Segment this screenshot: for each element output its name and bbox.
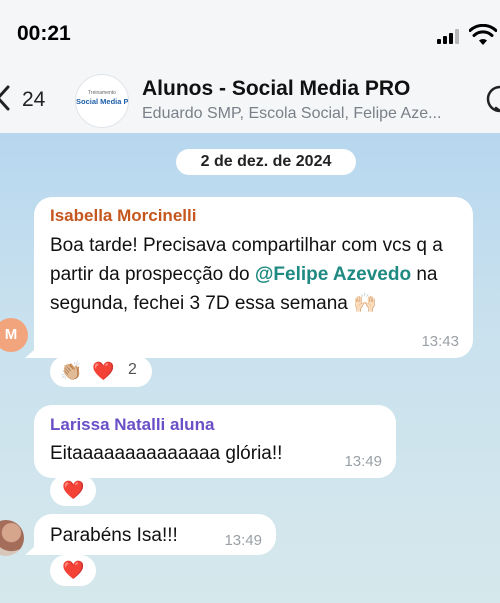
avatar-brand-text: Social Media PRO [76, 97, 129, 106]
message-time: 13:43 [421, 333, 459, 350]
message-text: Eitaaaaaaaaaaaaaa glória!! [50, 443, 283, 464]
message-time: 13:49 [224, 532, 262, 549]
back-chevron-icon[interactable] [0, 84, 14, 112]
group-avatar[interactable]: Treinamento Social Media PRO [75, 74, 129, 128]
reactions-bar[interactable]: 👏🏼 ❤️ 2 [50, 356, 152, 387]
reactions-bar[interactable]: ❤️ [50, 555, 96, 586]
chat-bubble-icon[interactable] [484, 84, 500, 114]
group-members[interactable]: Eduardo SMP, Escola Social, Felipe Aze..… [142, 105, 472, 123]
clapping-hands-reaction[interactable]: 👏🏼 [60, 360, 82, 382]
avatar-small-text: Treinamento [88, 90, 116, 96]
heart-reaction[interactable]: ❤️ [62, 559, 84, 581]
reaction-count: 2 [128, 361, 137, 378]
signal-icon [437, 29, 467, 44]
heart-reaction[interactable]: ❤️ [92, 360, 114, 382]
message-bubble[interactable]: Parabéns Isa!!! 13:49 [25, 514, 276, 555]
wifi-icon [469, 24, 497, 46]
message-time: 13:49 [344, 453, 382, 470]
message-bubble[interactable]: Larissa Natalli aluna Eitaaaaaaaaaaaaaa … [34, 405, 396, 478]
status-time: 00:21 [17, 22, 71, 45]
group-title[interactable]: Alunos - Social Media PRO [142, 77, 410, 101]
back-unread-count[interactable]: 24 [22, 88, 45, 112]
message-text: Boa tarde! Precisava compartilhar com vc… [50, 231, 470, 318]
mention-link[interactable]: @Felipe Azevedo [255, 264, 411, 285]
heart-reaction[interactable]: ❤️ [62, 479, 84, 501]
message-bubble[interactable]: Isabella Morcinelli Boa tarde! Precisava… [25, 197, 473, 358]
reactions-bar[interactable]: ❤️ [50, 475, 96, 506]
message-sender[interactable]: Larissa Natalli aluna [50, 415, 214, 435]
top-bar: 00:21 24 Treinamento Social Media PRO Al… [0, 0, 500, 134]
date-separator: 2 de dez. de 2024 [176, 149, 356, 175]
message-text: Parabéns Isa!!! [50, 525, 178, 546]
message-sender[interactable]: Isabella Morcinelli [50, 206, 196, 226]
